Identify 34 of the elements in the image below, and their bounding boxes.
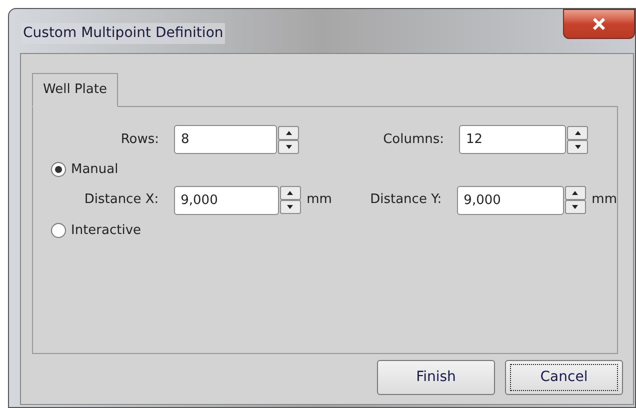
spin-up-button[interactable]	[564, 186, 586, 200]
down-arrow-icon	[286, 204, 294, 210]
field-label: Distance Y:	[369, 191, 442, 210]
dialog-button[interactable]: Finish	[377, 360, 495, 395]
up-arrow-icon	[571, 190, 580, 196]
down-arrow-icon	[571, 204, 580, 210]
field-label: Columns:	[382, 130, 444, 149]
dialog-button[interactable]: Cancel	[505, 360, 623, 395]
spin-up-button[interactable]	[280, 186, 301, 200]
close-icon	[592, 18, 606, 30]
window-title: Custom Multipoint Definition	[21, 23, 226, 44]
spin-up-button[interactable]	[278, 126, 299, 140]
field-label: Rows:	[120, 130, 159, 149]
unit-label: mm	[592, 191, 617, 210]
spin-down-button[interactable]	[278, 140, 299, 154]
down-arrow-icon	[284, 144, 292, 150]
spin-up-button[interactable]	[567, 126, 588, 140]
radio-option[interactable]: Manual	[51, 160, 118, 180]
up-arrow-icon	[574, 130, 582, 136]
up-arrow-icon	[284, 130, 292, 136]
up-arrow-icon	[286, 190, 294, 196]
spin-down-button[interactable]	[564, 200, 586, 214]
number-field[interactable]: 9,000	[174, 186, 279, 214]
number-field[interactable]: 8	[174, 125, 277, 154]
close-button[interactable]	[563, 9, 635, 39]
spin-down-button[interactable]	[567, 140, 588, 154]
down-arrow-icon	[574, 144, 582, 150]
radio-option[interactable]: Interactive	[51, 220, 142, 240]
tab[interactable]: Well Plate	[32, 73, 118, 107]
number-field[interactable]: 9,000	[456, 186, 564, 214]
field-label: Distance X:	[83, 191, 159, 210]
unit-label: mm	[306, 191, 332, 210]
number-field[interactable]: 12	[459, 125, 566, 154]
spin-down-button[interactable]	[280, 200, 301, 214]
